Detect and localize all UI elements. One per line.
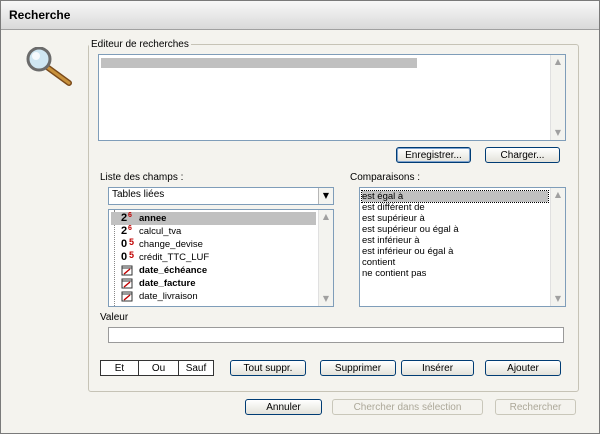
cancel-button[interactable]: Annuler: [245, 399, 322, 415]
list-item[interactable]: est inférieur à: [362, 235, 420, 246]
list-item[interactable]: 0 5 crédit_TTC_LUF: [111, 250, 316, 264]
currency-field-icon: 05: [121, 250, 135, 263]
editor-selection-highlight: [101, 58, 417, 68]
list-item[interactable]: est inférieur ou égal à: [362, 246, 453, 257]
search-editor-textarea[interactable]: ▲ ▼: [98, 54, 566, 141]
date-field-icon: [121, 264, 135, 277]
value-label: Valeur: [100, 312, 129, 323]
scroll-down-icon[interactable]: ▼: [319, 292, 333, 306]
search-button[interactable]: Rechercher: [495, 399, 576, 415]
table-select-value: Tables liées: [112, 189, 165, 200]
list-item[interactable]: est égal à: [361, 190, 549, 203]
clear-all-button[interactable]: Tout suppr.: [230, 360, 306, 376]
load-button[interactable]: Charger...: [485, 147, 560, 163]
field-name: date_livraison: [139, 291, 198, 302]
scroll-down-icon[interactable]: ▼: [551, 126, 565, 140]
table-select[interactable]: Tables liées ▼: [108, 187, 334, 205]
scroll-up-icon[interactable]: ▲: [551, 55, 565, 69]
comparisons-list[interactable]: est égal à est différent de est supérieur …: [359, 187, 566, 307]
value-input[interactable]: [108, 327, 564, 343]
comparisons-label: Comparaisons :: [350, 172, 421, 183]
list-item[interactable]: est supérieur à: [362, 213, 425, 224]
delete-button[interactable]: Supprimer: [320, 360, 396, 376]
list-item[interactable]: contient: [362, 257, 395, 268]
except-button[interactable]: Sauf: [178, 360, 214, 376]
list-item[interactable]: date_échéance: [111, 264, 316, 277]
list-item[interactable]: ne contient pas: [362, 268, 426, 279]
list-item[interactable]: 0 5 change_devise: [111, 237, 316, 251]
scroll-up-icon[interactable]: ▲: [319, 210, 333, 224]
add-button[interactable]: Ajouter: [485, 360, 561, 376]
field-name: calcul_tva: [139, 226, 182, 237]
and-button[interactable]: Et: [100, 360, 139, 376]
search-dialog: Recherche Editeur de recherches ▲ ▼ Enre…: [0, 0, 600, 434]
editor-scrollbar[interactable]: ▲ ▼: [550, 55, 565, 140]
list-item[interactable]: 2 6 annee: [111, 212, 316, 225]
fields-list[interactable]: 2 6 annee 2 6 calcul_tva 0 5 change_devise 0 5 créd…: [108, 209, 334, 307]
search-in-selection-button[interactable]: Chercher dans sélection: [332, 399, 483, 415]
field-name: date_facture: [139, 278, 196, 289]
field-name: date_échéance: [139, 265, 208, 276]
window-title: Recherche: [9, 8, 71, 22]
field-name: crédit_TTC_LUF: [139, 252, 210, 263]
fields-label: Liste des champs :: [100, 172, 184, 183]
list-item[interactable]: est différent de: [362, 202, 425, 213]
title-bar: Recherche: [1, 1, 599, 30]
field-name: annee: [139, 213, 167, 224]
field-name: change_devise: [139, 239, 203, 250]
date-field-icon: [121, 277, 135, 290]
save-button[interactable]: Enregistrer...: [396, 147, 471, 163]
list-item[interactable]: est supérieur ou égal à: [362, 224, 459, 235]
scroll-up-icon[interactable]: ▲: [551, 188, 565, 202]
editor-label: Editeur de recherches: [89, 39, 191, 50]
or-button[interactable]: Ou: [138, 360, 179, 376]
list-item[interactable]: 2 6 calcul_tva: [111, 225, 316, 238]
magnifier-icon: [26, 47, 72, 86]
scroll-down-icon[interactable]: ▼: [551, 292, 565, 306]
insert-button[interactable]: Insérer: [401, 360, 474, 376]
date-field-icon: [121, 290, 135, 303]
comparisons-scrollbar[interactable]: ▲ ▼: [550, 188, 565, 306]
fields-scrollbar[interactable]: ▲ ▼: [318, 210, 333, 306]
chevron-down-icon[interactable]: ▼: [318, 188, 333, 204]
list-item[interactable]: date_livraison: [111, 290, 316, 303]
list-item[interactable]: date_facture: [111, 277, 316, 290]
